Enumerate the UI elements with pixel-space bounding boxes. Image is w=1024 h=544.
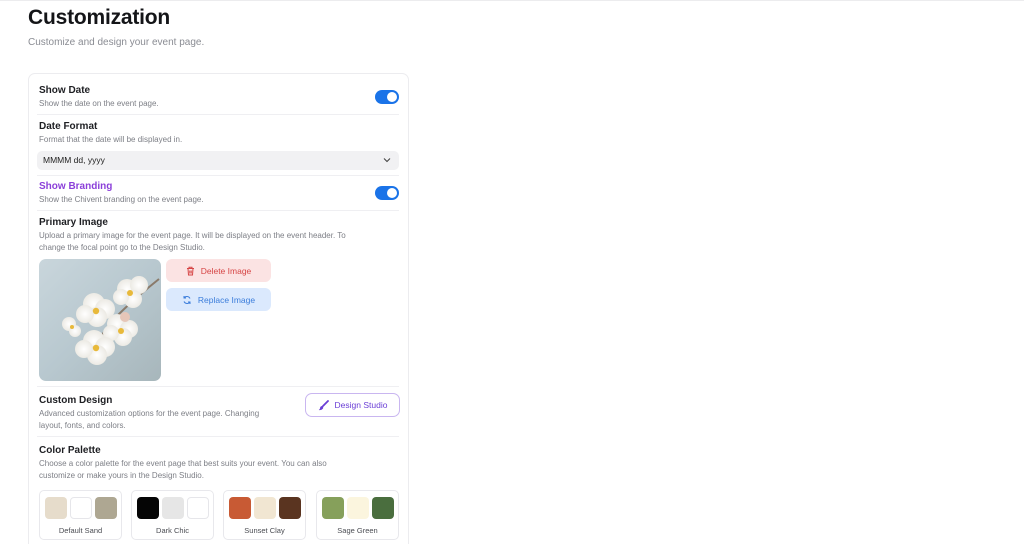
palette-swatch (137, 497, 159, 519)
delete-image-button[interactable]: Delete Image (166, 259, 271, 282)
date-format-select[interactable]: MMMM dd, yyyy (37, 151, 399, 170)
palette-name: Sage Green (337, 526, 378, 535)
palette-sage-green[interactable]: Sage Green (316, 490, 399, 540)
color-palette-label: Color Palette (39, 445, 101, 456)
divider (37, 436, 399, 437)
show-date-label: Show Date (39, 85, 91, 96)
design-studio-button[interactable]: Design Studio (305, 393, 400, 417)
palette-sunset-clay[interactable]: Sunset Clay (223, 490, 306, 540)
palette-default-sand[interactable]: Default Sand (39, 490, 122, 540)
divider (37, 114, 399, 115)
top-divider (0, 0, 1024, 1)
primary-image-label: Primary Image (39, 217, 108, 228)
palette-swatch (322, 497, 344, 519)
delete-image-label: Delete Image (200, 265, 252, 276)
blossom-photo (39, 259, 161, 381)
show-branding-toggle[interactable] (375, 186, 399, 200)
primary-image-preview[interactable] (39, 259, 161, 381)
design-studio-label: Design Studio (334, 400, 388, 410)
palette-swatch (70, 497, 92, 519)
page-title: Customization (28, 6, 171, 29)
palette-swatch (229, 497, 251, 519)
color-palette-description-2: customize or make yours in the Design St… (39, 471, 204, 480)
primary-image-description-2: change the focal point go to the Design … (39, 243, 205, 252)
replace-image-button[interactable]: Replace Image (166, 288, 271, 311)
toggle-knob (387, 92, 397, 102)
palette-swatch (162, 497, 184, 519)
palette-swatch (187, 497, 209, 519)
customization-panel: Show Date Show the date on the event pag… (28, 73, 409, 544)
palette-swatch (254, 497, 276, 519)
trash-icon (186, 266, 194, 275)
palette-name: Sunset Clay (244, 526, 285, 535)
divider (37, 210, 399, 211)
palette-name: Default Sand (58, 526, 103, 535)
date-format-value: MMMM dd, yyyy (43, 155, 105, 165)
show-date-description: Show the date on the event page. (39, 99, 159, 108)
palette-swatch (45, 497, 67, 519)
date-format-label: Date Format (39, 121, 98, 132)
date-format-description: Format that the date will be displayed i… (39, 135, 183, 144)
palette-swatch (279, 497, 301, 519)
paintbrush-icon (318, 399, 329, 410)
toggle-knob (387, 188, 397, 198)
palette-swatch (347, 497, 369, 519)
divider (37, 386, 399, 387)
palette-name: Dark Chic (156, 526, 189, 535)
chevron-down-icon (383, 158, 391, 163)
page-subtitle: Customize and design your event page. (28, 37, 205, 48)
palette-swatch (95, 497, 117, 519)
color-palette-description-1: Choose a color palette for the event pag… (39, 459, 327, 468)
replace-image-label: Replace Image (197, 294, 256, 305)
palette-dark-chic[interactable]: Dark Chic (131, 490, 214, 540)
custom-design-label: Custom Design (39, 395, 113, 406)
show-branding-label: Show Branding (39, 181, 113, 192)
show-branding-description: Show the Chivent branding on the event p… (39, 195, 204, 204)
show-date-toggle[interactable] (375, 90, 399, 104)
refresh-icon (183, 295, 191, 304)
custom-design-description-1: Advanced customization options for the e… (39, 409, 260, 418)
palette-swatch (372, 497, 394, 519)
custom-design-description-2: layout, fonts, and colors. (39, 421, 126, 430)
primary-image-description-1: Upload a primary image for the event pag… (39, 231, 346, 240)
divider (37, 175, 399, 176)
